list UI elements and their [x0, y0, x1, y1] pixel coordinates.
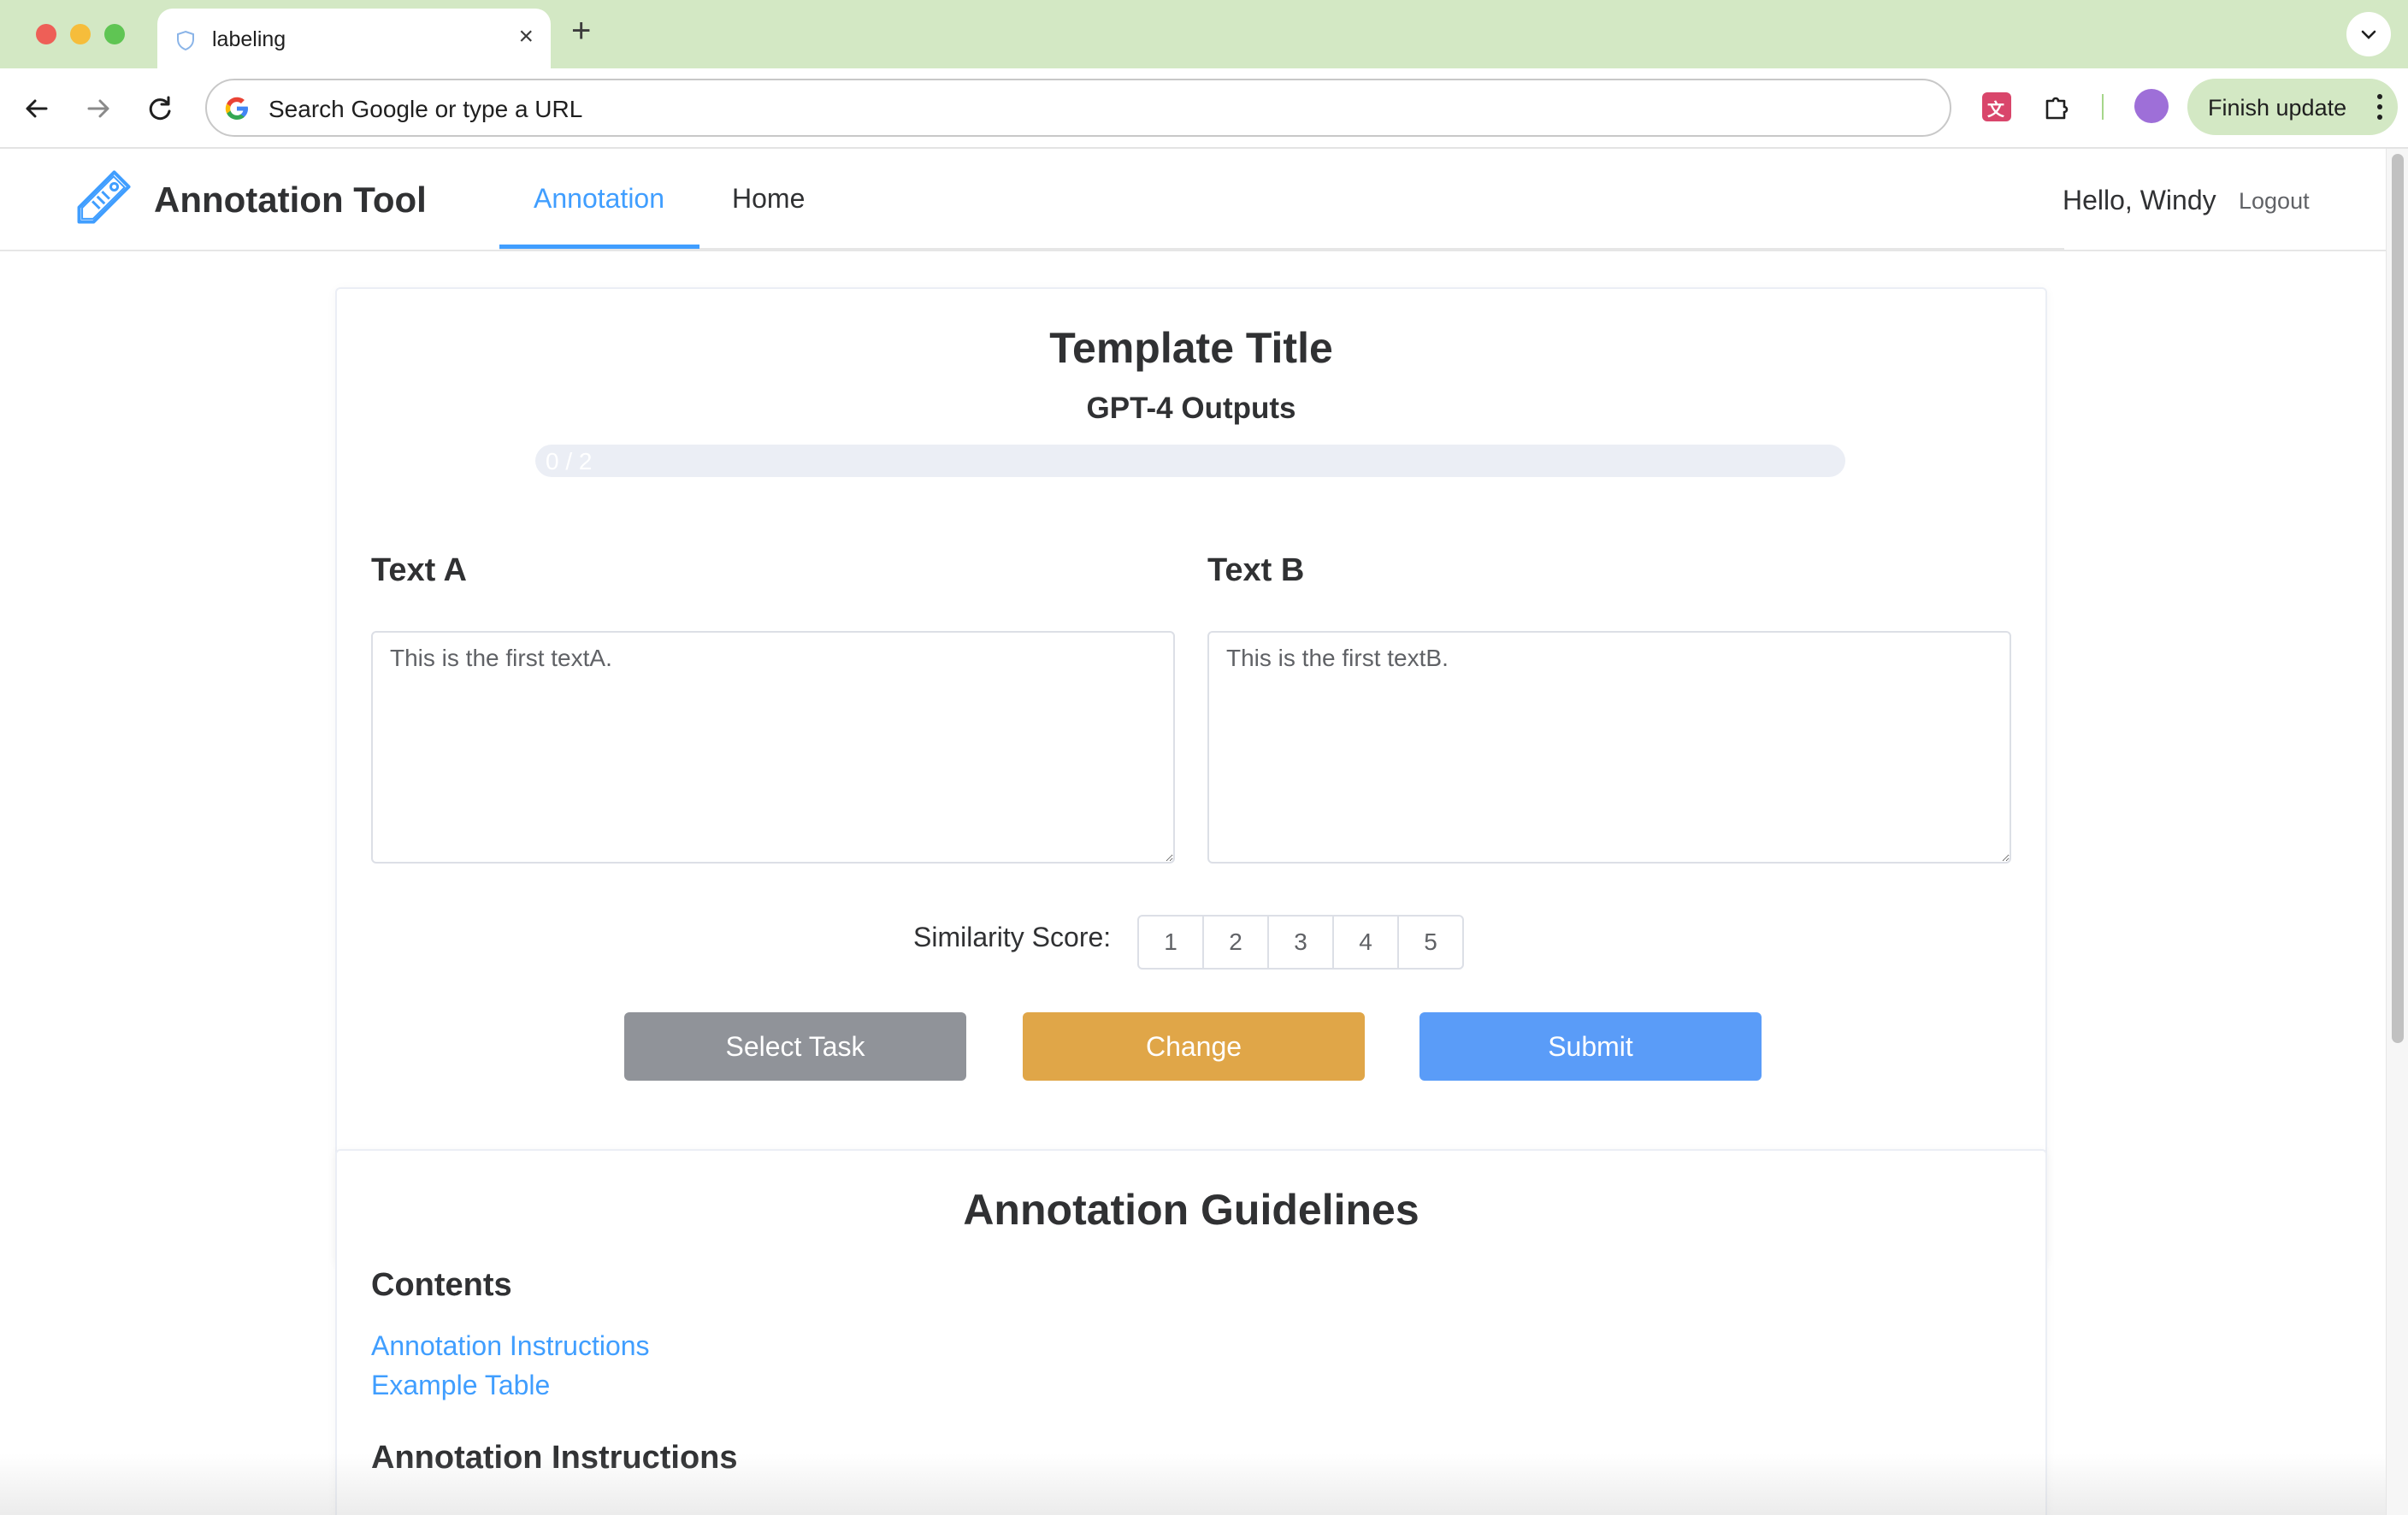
- back-arrow-icon[interactable]: [19, 91, 55, 127]
- guidelines-title: Annotation Guidelines: [963, 1186, 1419, 1234]
- score-1-button[interactable]: 1: [1137, 915, 1204, 970]
- score-4-button[interactable]: 4: [1332, 915, 1399, 970]
- similarity-score-group: 1 2 3 4 5: [1137, 915, 1464, 970]
- maximize-window-button[interactable]: [104, 24, 125, 44]
- forward-arrow-icon[interactable]: [80, 91, 116, 127]
- nav-active-indicator: [499, 245, 699, 249]
- change-button[interactable]: Change: [1023, 1012, 1365, 1081]
- address-bar[interactable]: Search Google or type a URL: [205, 79, 1951, 137]
- browser-tab-bar: labeling × +: [0, 0, 2408, 68]
- tag-logo-icon: [77, 170, 131, 224]
- select-task-button[interactable]: Select Task: [624, 1012, 966, 1081]
- close-window-button[interactable]: [36, 24, 56, 44]
- translate-extension-icon[interactable]: 文A: [1982, 92, 2011, 139]
- tab-search-button[interactable]: [2346, 12, 2391, 56]
- text-b-textarea[interactable]: This is the first textB.: [1207, 631, 2011, 864]
- page-viewport: Annotation Tool Annotation Home Hello, W…: [0, 149, 2386, 1515]
- chevron-down-icon: [2361, 30, 2376, 39]
- puzzle-extensions-icon[interactable]: [2040, 91, 2075, 125]
- address-bar-text: Search Google or type a URL: [269, 96, 583, 122]
- shield-icon: [177, 30, 194, 51]
- nav-annotation[interactable]: Annotation: [534, 183, 664, 215]
- browser-toolbar: Search Google or type a URL 文A Finish up…: [0, 68, 2408, 149]
- score-2-button[interactable]: 2: [1202, 915, 1269, 970]
- translate-badge: 文A: [1987, 101, 2004, 139]
- logout-link[interactable]: Logout: [2239, 188, 2310, 215]
- nav-home[interactable]: Home: [732, 183, 805, 215]
- score-3-button[interactable]: 3: [1267, 915, 1334, 970]
- page-scrollbar[interactable]: [2386, 149, 2408, 1515]
- more-vertical-icon: [2377, 94, 2382, 120]
- app-name: Annotation Tool: [154, 180, 427, 220]
- finish-update-button[interactable]: Finish update: [2187, 79, 2398, 135]
- annotation-card: Template Title GPT-4 Outputs 0 / 2 Text …: [335, 287, 2047, 1264]
- text-a-textarea[interactable]: This is the first textA.: [371, 631, 1175, 864]
- toc-link-example-table[interactable]: Example Table: [371, 1370, 550, 1401]
- profile-avatar-icon[interactable]: [2134, 89, 2169, 123]
- toc-link-annotation-instructions[interactable]: Annotation Instructions: [371, 1330, 650, 1362]
- submit-button[interactable]: Submit: [1419, 1012, 1762, 1081]
- toolbar-separator: [2102, 94, 2104, 120]
- contents-heading: Contents: [371, 1267, 512, 1303]
- user-greeting: Hello, Windy: [2063, 185, 2216, 215]
- text-a-label: Text A: [371, 552, 467, 588]
- similarity-score-label: Similarity Score:: [913, 922, 1112, 952]
- tab-title: labeling: [212, 27, 286, 51]
- score-5-button[interactable]: 5: [1397, 915, 1464, 970]
- minimize-window-button[interactable]: [70, 24, 91, 44]
- bottom-shadow: [0, 1453, 2386, 1515]
- browser-tab[interactable]: labeling ×: [157, 9, 551, 68]
- new-tab-button[interactable]: +: [571, 14, 591, 48]
- app-header: Annotation Tool Annotation Home Hello, W…: [0, 149, 2386, 251]
- reload-icon[interactable]: [142, 91, 178, 127]
- finish-update-label: Finish update: [2208, 95, 2347, 121]
- google-icon: [225, 97, 248, 120]
- template-title: Template Title: [1049, 324, 1333, 372]
- text-b-label: Text B: [1207, 552, 1305, 588]
- scrollbar-thumb[interactable]: [2392, 154, 2404, 1043]
- template-subtitle: GPT-4 Outputs: [1086, 392, 1296, 425]
- progress-bar: 0 / 2: [535, 445, 1845, 477]
- close-tab-icon[interactable]: ×: [518, 22, 534, 51]
- main-nav: Annotation Home: [499, 149, 2064, 250]
- progress-text: 0 / 2: [546, 448, 593, 475]
